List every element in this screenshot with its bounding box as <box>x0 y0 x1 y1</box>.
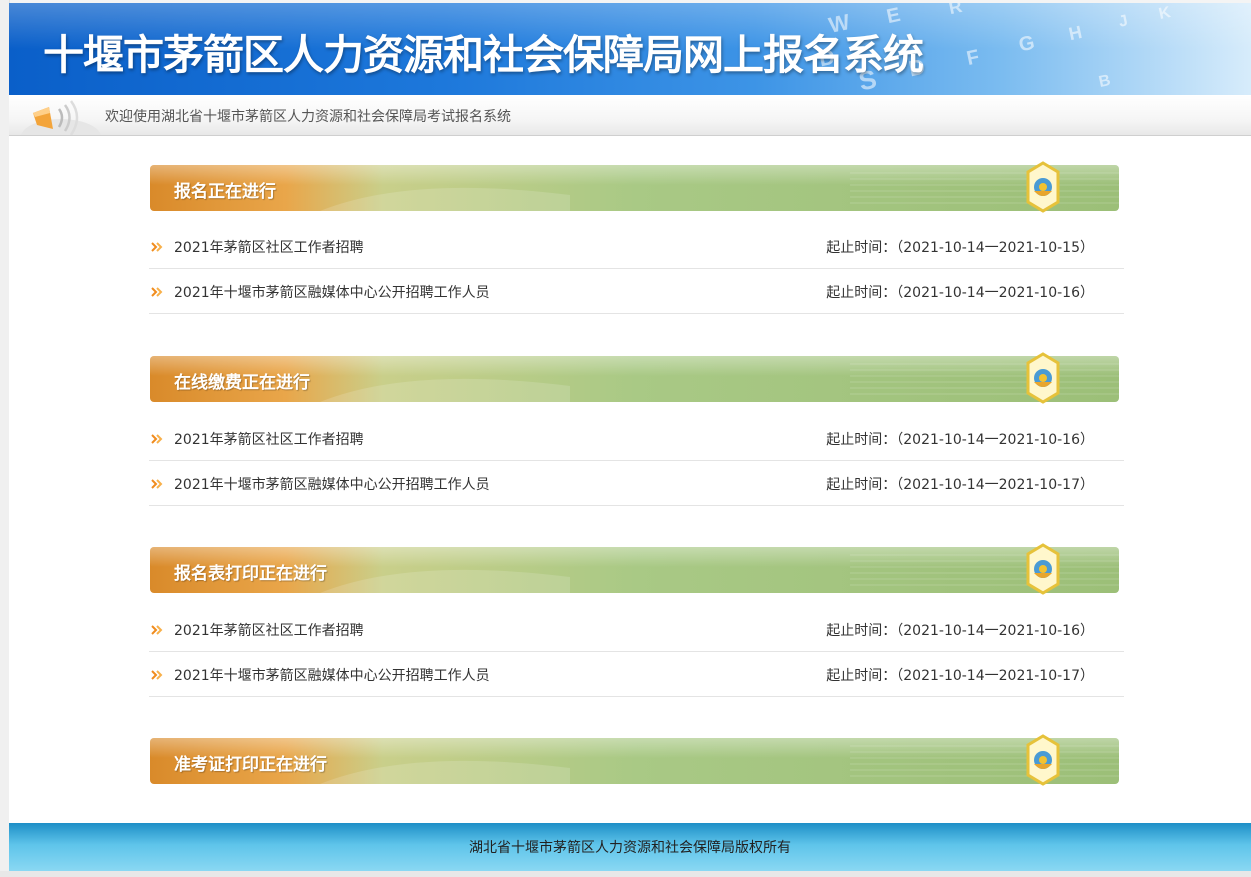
welcome-bar: 欢迎使用湖北省十堰市茅箭区人力资源和社会保障局考试报名系统 <box>9 95 1251 155</box>
item-time: 起止时间：（2021-10-14一2021-10-16） <box>826 285 1094 301</box>
item-time: 起止时间：（2021-10-14一2021-10-17） <box>826 668 1094 684</box>
section-title: 报名正在进行 <box>174 182 276 202</box>
double-chevron-right-icon <box>151 668 165 684</box>
list-item[interactable]: 2021年十堰市茅箭区融媒体中心公开招聘工作人员 起止时间：（2021-10-1… <box>149 461 1124 506</box>
bottom-edge <box>0 871 1251 877</box>
section-header-registration: 报名正在进行 <box>150 161 1119 213</box>
speaker-icon <box>19 99 103 155</box>
double-chevron-right-icon <box>151 432 165 448</box>
page: W E R D S D F G H J K B 十堰市茅箭区人力资源和社会保障局… <box>0 0 1251 877</box>
list-item[interactable]: 2021年十堰市茅箭区融媒体中心公开招聘工作人员 起止时间：（2021-10-1… <box>149 652 1124 697</box>
item-title-link[interactable]: 2021年十堰市茅箭区融媒体中心公开招聘工作人员 <box>174 282 490 302</box>
main-content: 报名正在进行 2021年茅箭区社区工作者招聘 起止时间：（2021-10-14一… <box>9 136 1251 823</box>
item-title-link[interactable]: 2021年茅箭区社区工作者招聘 <box>174 237 364 257</box>
item-title-link[interactable]: 2021年十堰市茅箭区融媒体中心公开招聘工作人员 <box>174 665 490 685</box>
double-chevron-right-icon <box>151 240 165 256</box>
list-item[interactable]: 2021年茅箭区社区工作者招聘 起止时间：（2021-10-14一2021-10… <box>149 224 1124 269</box>
section-header-admission-print: 准考证打印正在进行 <box>150 734 1119 786</box>
list-item[interactable]: 2021年茅箭区社区工作者招聘 起止时间：（2021-10-14一2021-10… <box>149 607 1124 652</box>
banner-title: 十堰市茅箭区人力资源和社会保障局网上报名系统 <box>43 31 924 79</box>
item-time: 起止时间：（2021-10-14一2021-10-17） <box>826 477 1094 493</box>
list-item[interactable]: 2021年十堰市茅箭区融媒体中心公开招聘工作人员 起止时间：（2021-10-1… <box>149 269 1124 314</box>
welcome-text: 欢迎使用湖北省十堰市茅箭区人力资源和社会保障局考试报名系统 <box>105 109 511 125</box>
footer-copyright: 湖北省十堰市茅箭区人力资源和社会保障局版权所有 <box>469 840 791 856</box>
section-title: 准考证打印正在进行 <box>174 755 327 775</box>
double-chevron-right-icon <box>151 623 165 639</box>
item-time: 起止时间：（2021-10-14一2021-10-16） <box>826 623 1094 639</box>
section-title: 在线缴费正在进行 <box>174 373 310 393</box>
double-chevron-right-icon <box>151 477 165 493</box>
section-title: 报名表打印正在进行 <box>174 564 327 584</box>
double-chevron-right-icon <box>151 285 165 301</box>
list-item[interactable]: 2021年茅箭区社区工作者招聘 起止时间：（2021-10-14一2021-10… <box>149 416 1124 461</box>
section-header-payment: 在线缴费正在进行 <box>150 352 1119 404</box>
item-time: 起止时间：（2021-10-14一2021-10-15） <box>826 240 1094 256</box>
item-title-link[interactable]: 2021年十堰市茅箭区融媒体中心公开招聘工作人员 <box>174 474 490 494</box>
item-time: 起止时间：（2021-10-14一2021-10-16） <box>826 432 1094 448</box>
item-title-link[interactable]: 2021年茅箭区社区工作者招聘 <box>174 429 364 449</box>
item-title-link[interactable]: 2021年茅箭区社区工作者招聘 <box>174 620 364 640</box>
header-banner: W E R D S D F G H J K B 十堰市茅箭区人力资源和社会保障局… <box>9 3 1251 95</box>
section-header-form-print: 报名表打印正在进行 <box>150 543 1119 595</box>
footer: 湖北省十堰市茅箭区人力资源和社会保障局版权所有 <box>9 823 1251 871</box>
